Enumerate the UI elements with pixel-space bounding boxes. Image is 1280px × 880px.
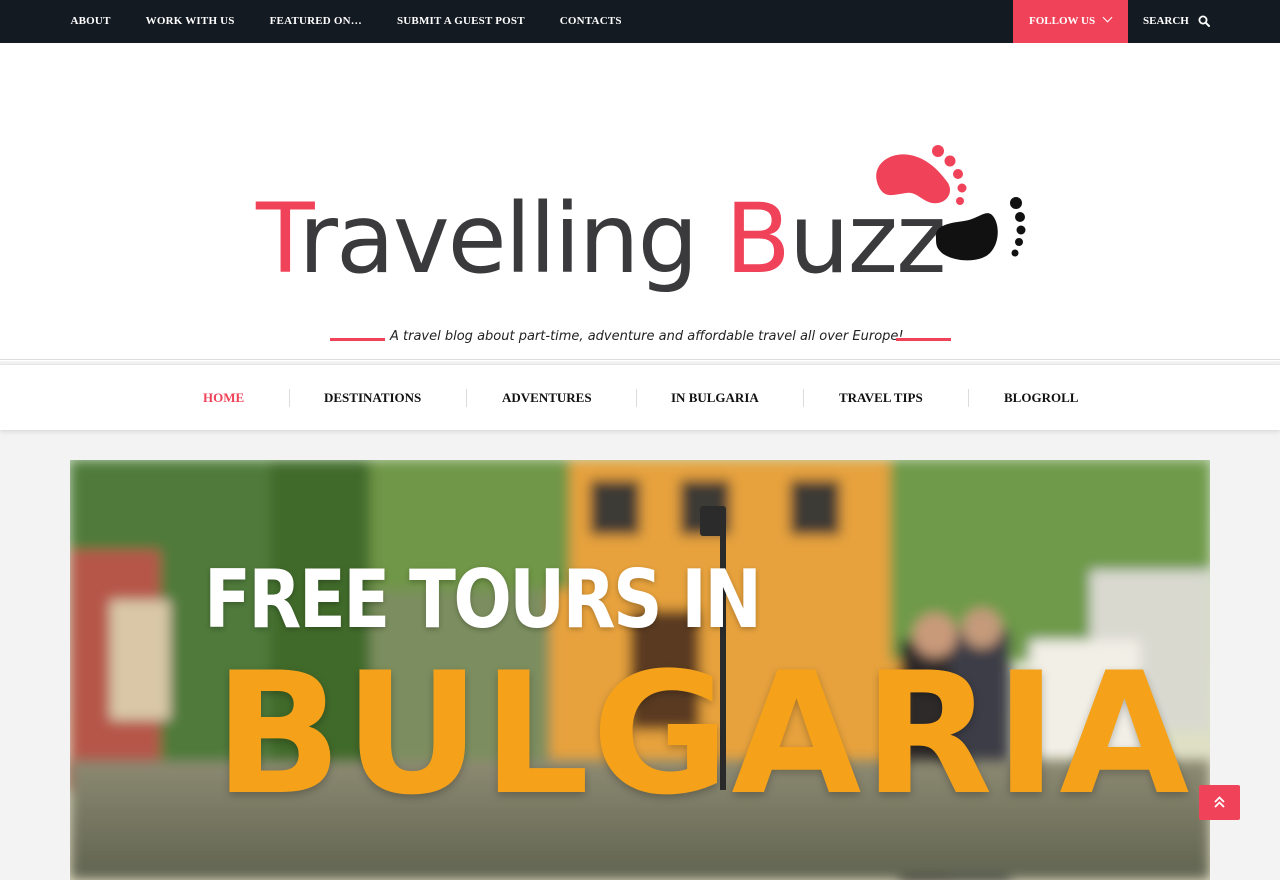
main-nav-home[interactable]: HOME <box>203 365 244 431</box>
top-nav-contacts[interactable]: CONTACTS <box>542 0 639 43</box>
search-button[interactable]: SEARCH <box>1128 0 1280 43</box>
site-tagline: A travel blog about part-time, adventure… <box>390 329 904 344</box>
main-nav: HOME DESTINATIONS ADVENTURES IN BULGARIA… <box>0 364 1280 430</box>
logo-wordmark: Travelling Buzz <box>256 183 946 295</box>
hero-title-line2: BULGARIA <box>214 636 1192 832</box>
main-nav-travel-tips[interactable]: TRAVEL TIPS <box>839 365 923 431</box>
featured-post-image[interactable]: FREE TOURS IN BULGARIA <box>70 460 1210 880</box>
footprints-icon <box>876 145 1026 261</box>
tagline-rule-right <box>896 338 951 341</box>
top-bar: ABOUT WORK WITH US FEATURED ON… SUBMIT A… <box>0 0 1280 43</box>
tagline-rule-left <box>330 338 385 341</box>
site-header: Travelling Buzz A travel blog about part… <box>0 43 1280 361</box>
search-icon <box>1198 15 1210 27</box>
main-nav-destinations[interactable]: DESTINATIONS <box>324 365 421 431</box>
double-chevron-up-icon <box>1214 796 1225 808</box>
nav-separator <box>803 389 804 407</box>
hero-title-line1: FREE TOURS IN <box>204 553 762 646</box>
nav-separator <box>466 389 467 407</box>
top-nav-featured-on[interactable]: FEATURED ON… <box>252 0 379 43</box>
nav-separator <box>636 389 637 407</box>
back-to-top-button[interactable] <box>1199 785 1240 820</box>
chevron-down-icon <box>1102 12 1113 23</box>
nav-separator <box>968 389 969 407</box>
main-nav-adventures[interactable]: ADVENTURES <box>502 365 592 431</box>
site-logo[interactable]: Travelling Buzz A travel blog about part… <box>250 98 1040 348</box>
search-label: SEARCH <box>1143 15 1189 27</box>
top-nav-submit-guest-post[interactable]: SUBMIT A GUEST POST <box>379 0 542 43</box>
follow-us-label: FOLLOW US <box>1029 15 1096 27</box>
main-nav-blogroll[interactable]: BLOGROLL <box>1004 365 1078 431</box>
nav-separator <box>289 389 290 407</box>
follow-us-button[interactable]: FOLLOW US <box>1013 0 1128 43</box>
top-nav-work-with-us[interactable]: WORK WITH US <box>128 0 252 43</box>
header-divider <box>0 359 1280 360</box>
main-nav-in-bulgaria[interactable]: IN BULGARIA <box>671 365 759 431</box>
top-nav-about[interactable]: ABOUT <box>53 0 128 43</box>
top-nav: ABOUT WORK WITH US FEATURED ON… SUBMIT A… <box>53 0 639 43</box>
